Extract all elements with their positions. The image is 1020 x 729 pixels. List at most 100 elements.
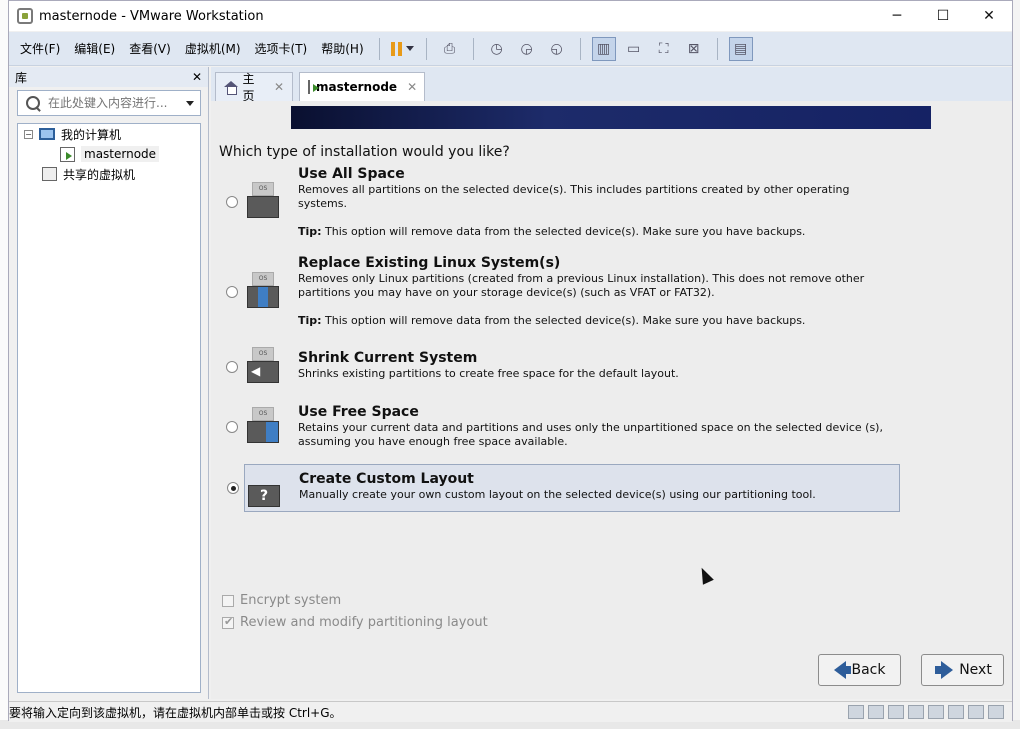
back-button-label: Back <box>851 662 886 678</box>
minimize-button[interactable]: ─ <box>874 1 920 31</box>
mouse-cursor-icon <box>696 565 714 585</box>
menu-tabs[interactable]: 选项卡(T) <box>248 40 315 57</box>
close-window-button[interactable]: ✕ <box>966 1 1012 31</box>
back-button[interactable]: Back <box>818 654 901 686</box>
library-search[interactable] <box>17 90 201 116</box>
snapshot-manager-icon[interactable]: ◵ <box>545 37 569 61</box>
tab-label: masternode <box>316 80 398 94</box>
background-left-strip <box>0 0 8 729</box>
tree-item-masternode[interactable]: masternode <box>60 144 160 164</box>
menu-edit[interactable]: 编辑(E) <box>67 40 122 57</box>
checkbox-box[interactable] <box>222 594 234 607</box>
usb-icon[interactable] <box>908 705 924 719</box>
computer-icon <box>39 128 55 140</box>
option-use-free-space[interactable]: OS Use Free Space Retains your current d… <box>226 404 900 452</box>
collapse-icon[interactable]: − <box>24 129 33 139</box>
radio-use-all-space[interactable] <box>226 196 238 208</box>
toolbar-separator <box>716 37 718 60</box>
disk-icon: OS <box>247 182 279 220</box>
network-icon[interactable] <box>888 705 904 719</box>
vm-icon <box>308 80 319 94</box>
search-dropdown-icon[interactable] <box>186 100 194 106</box>
home-icon <box>224 80 238 95</box>
menu-file[interactable]: 文件(F) <box>13 40 67 57</box>
installer-banner <box>291 106 931 129</box>
disk-icon: OS <box>247 347 279 385</box>
radio-use-free-space[interactable] <box>226 421 238 433</box>
unity-icon[interactable]: ⊠ <box>682 37 706 61</box>
window-controls: ─ ☐ ✕ <box>874 1 1012 31</box>
snapshot-revert-icon[interactable]: ◶ <box>515 37 539 61</box>
thumbnail-bar-icon[interactable]: ▭ <box>622 37 646 61</box>
option-title: Use Free Space <box>298 404 419 420</box>
tree-item-shared-vms[interactable]: 共享的虚拟机 <box>42 164 135 184</box>
hdd-icon[interactable] <box>848 705 864 719</box>
checkbox-box[interactable] <box>222 615 234 629</box>
main-content: 主页 ✕ masternode ✕ Which type of installa… <box>211 67 1012 699</box>
checkbox-label: Encrypt system <box>240 593 342 608</box>
back-arrow-icon <box>833 661 851 679</box>
library-search-input[interactable] <box>48 96 186 110</box>
disk-icon: OS <box>247 272 279 310</box>
pause-icon[interactable] <box>391 37 415 61</box>
show-library-icon[interactable]: ▥ <box>591 36 616 61</box>
printer-icon[interactable] <box>948 705 964 719</box>
snapshot-take-icon[interactable]: ◷ <box>485 37 509 61</box>
send-ctrl-alt-del-icon[interactable]: ⎙ <box>438 37 462 61</box>
radio-shrink-current[interactable] <box>226 361 238 373</box>
question-disk-icon <box>248 471 280 509</box>
guest-console[interactable]: Which type of installation would you lik… <box>211 101 1012 699</box>
library-tree: − 我的计算机 masternode 共享的虚拟机 <box>17 123 201 693</box>
status-bar: 要将输入定向到该虚拟机，请在虚拟机内部单击或按 Ctrl+G。 <box>9 701 1012 722</box>
tab-close-icon[interactable]: ✕ <box>274 80 284 94</box>
vmware-app-icon <box>17 8 33 24</box>
shared-vm-icon <box>42 167 57 181</box>
console-view-icon[interactable]: ▤ <box>728 36 753 61</box>
option-use-all-space[interactable]: OS Use All Space Removes all partitions … <box>226 166 900 244</box>
menu-help[interactable]: 帮助(H) <box>314 40 370 57</box>
next-button[interactable]: Next <box>921 654 1004 686</box>
menu-view[interactable]: 查看(V) <box>122 40 178 57</box>
library-close-icon[interactable]: ✕ <box>192 70 202 84</box>
window-title: masternode - VMware Workstation <box>39 8 264 24</box>
library-header: 库 ✕ <box>9 67 208 87</box>
tab-masternode[interactable]: masternode ✕ <box>299 72 425 101</box>
tree-item-label: masternode <box>81 146 160 162</box>
tab-home[interactable]: 主页 ✕ <box>215 72 293 103</box>
option-description: Removes only Linux partitions (created f… <box>298 272 865 299</box>
cd-icon[interactable] <box>868 705 884 719</box>
option-replace-linux[interactable]: OS Replace Existing Linux System(s) Remo… <box>226 255 900 333</box>
library-panel: 库 ✕ − 我的计算机 masternode 共享的虚拟机 <box>9 67 209 699</box>
message-icon[interactable] <box>988 705 1004 719</box>
pause-dropdown-icon[interactable] <box>406 46 415 51</box>
encrypt-system-checkbox[interactable]: Encrypt system <box>222 593 341 608</box>
checkbox-label: Review and modify partitioning layout <box>240 615 488 630</box>
option-title: Use All Space <box>298 166 405 182</box>
tab-close-icon[interactable]: ✕ <box>407 80 417 94</box>
radio-replace-linux[interactable] <box>226 286 238 298</box>
tree-item-label: 共享的虚拟机 <box>63 167 136 182</box>
vm-icon <box>60 146 75 162</box>
next-button-label: Next <box>959 662 992 678</box>
installation-question: Which type of installation would you lik… <box>219 144 510 160</box>
option-create-custom-layout[interactable]: Create Custom Layout Manually create you… <box>227 464 900 512</box>
toolbar-separator <box>425 37 427 60</box>
display-icon[interactable] <box>968 705 984 719</box>
vmware-window: masternode - VMware Workstation ─ ☐ ✕ 文件… <box>8 0 1013 722</box>
tree-item-label: 我的计算机 <box>61 127 122 142</box>
toolbar-separator <box>579 37 581 60</box>
option-shrink-current[interactable]: OS Shrink Current System Shrinks existin… <box>226 347 900 390</box>
maximize-button[interactable]: ☐ <box>920 1 966 31</box>
fullscreen-icon[interactable]: ⛶ <box>652 37 676 61</box>
background-right-strip <box>1013 0 1020 729</box>
option-title: Create Custom Layout <box>299 471 474 487</box>
tree-item-my-computer[interactable]: − 我的计算机 <box>24 124 121 144</box>
menu-vm[interactable]: 虚拟机(M) <box>178 40 248 57</box>
sound-icon[interactable] <box>928 705 944 719</box>
toolbar-separator <box>472 37 474 60</box>
option-description: Shrinks existing partitions to create fr… <box>298 367 679 380</box>
radio-create-custom-layout[interactable] <box>227 482 239 494</box>
review-layout-checkbox[interactable]: Review and modify partitioning layout <box>222 615 488 630</box>
option-tip: Tip: This option will remove data from t… <box>298 225 806 238</box>
option-description: Retains your current data and partitions… <box>298 421 883 448</box>
